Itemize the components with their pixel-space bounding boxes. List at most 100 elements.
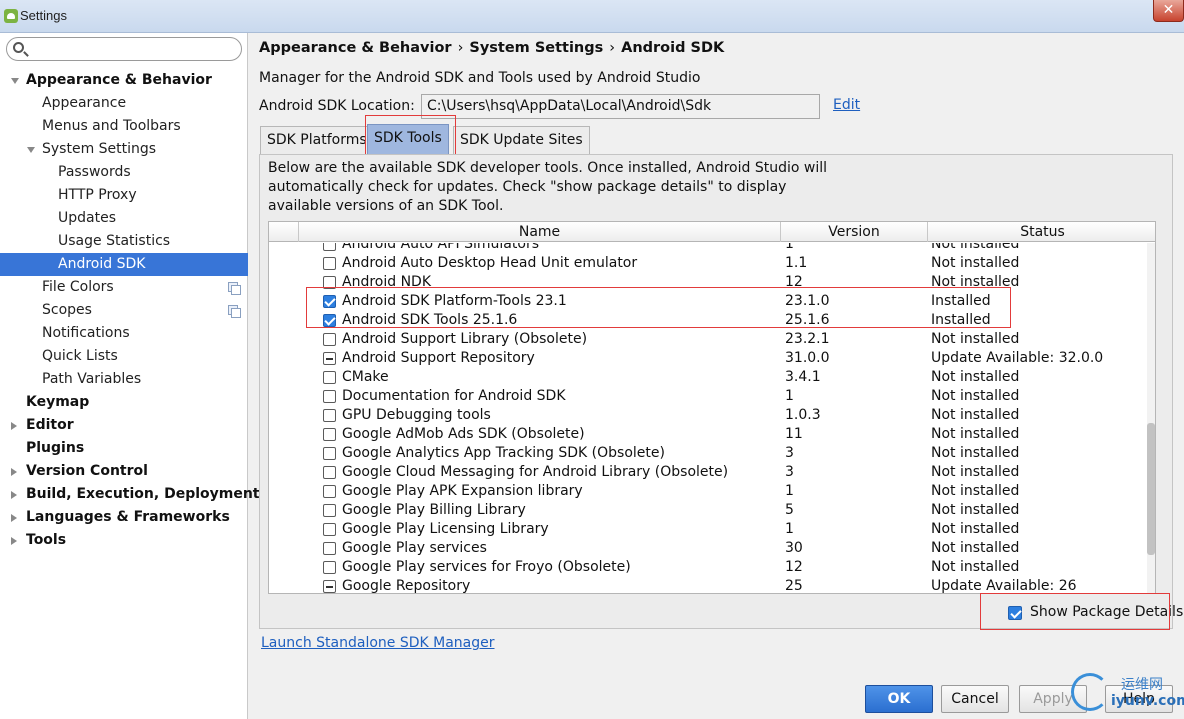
table-row[interactable]: Android NDK 12 Not installed <box>269 273 1149 292</box>
sidebar-item-label: Keymap <box>26 394 90 410</box>
row-checkbox[interactable] <box>323 428 336 441</box>
sidebar-item-notifications[interactable]: Notifications <box>0 322 248 345</box>
table-scrollbar[interactable] <box>1147 243 1155 593</box>
tab-sdk-platforms[interactable]: SDK Platforms <box>260 126 374 154</box>
table-row[interactable]: Android Support Library (Obsolete) 23.2.1… <box>269 330 1149 349</box>
row-name: Google Play services <box>342 540 487 556</box>
row-checkbox[interactable] <box>323 352 336 365</box>
sidebar-item-usage-statistics[interactable]: Usage Statistics <box>0 230 248 253</box>
tab-sdk-update-sites[interactable]: SDK Update Sites <box>453 126 590 154</box>
column-header-status[interactable]: Status <box>928 222 1155 242</box>
row-checkbox[interactable] <box>323 409 336 422</box>
show-package-details-check-icon[interactable] <box>1008 606 1022 620</box>
row-checkbox[interactable] <box>323 243 336 251</box>
collapse-arrow-right-icon[interactable] <box>11 491 17 499</box>
search-input[interactable] <box>29 40 234 58</box>
sidebar-item-label: Plugins <box>26 440 85 456</box>
launch-standalone-sdk-manager-link[interactable]: Launch Standalone SDK Manager <box>261 635 495 651</box>
table-row[interactable]: Google Play services for Froyo (Obsolete… <box>269 558 1149 577</box>
tab-sdk-tools[interactable]: SDK Tools <box>367 124 449 154</box>
expand-arrow-down-icon[interactable] <box>27 147 35 153</box>
sidebar-item-android-sdk[interactable]: Android SDK <box>0 253 248 276</box>
row-checkbox[interactable] <box>323 295 336 308</box>
sidebar-item-keymap[interactable]: Keymap <box>0 391 248 414</box>
table-row[interactable]: Android SDK Tools 25.1.6 25.1.6 Installed <box>269 311 1149 330</box>
table-row[interactable]: Google Play Licensing Library 1 Not instal… <box>269 520 1149 539</box>
sidebar-item-path-variables[interactable]: Path Variables <box>0 368 248 391</box>
row-checkbox[interactable] <box>323 561 336 574</box>
row-checkbox[interactable] <box>323 390 336 403</box>
table-row[interactable]: Google Play Billing Library 5 Not installe… <box>269 501 1149 520</box>
title-bar: Settings ✕ <box>0 0 1184 33</box>
row-checkbox[interactable] <box>323 447 336 460</box>
table-row[interactable]: Google Play services 30 Not installed <box>269 539 1149 558</box>
sidebar-item-appearance[interactable]: Appearance <box>0 92 248 115</box>
row-checkbox[interactable] <box>323 523 336 536</box>
sidebar-item-updates[interactable]: Updates <box>0 207 248 230</box>
table-row[interactable]: CMake 3.4.1 Not installed <box>269 368 1149 387</box>
table-rows: Android Auto API Simulators 1 Not installe… <box>269 243 1149 594</box>
table-row[interactable]: Android Support Repository 31.0.0 Update A… <box>269 349 1149 368</box>
collapse-arrow-right-icon[interactable] <box>11 422 17 430</box>
table-row[interactable]: Android SDK Platform-Tools 23.1 23.1.0 Ins… <box>269 292 1149 311</box>
edit-location-link[interactable]: Edit <box>833 97 860 113</box>
collapse-arrow-right-icon[interactable] <box>11 537 17 545</box>
row-checkbox[interactable] <box>323 580 336 593</box>
row-checkbox[interactable] <box>323 485 336 498</box>
sidebar-item-plugins[interactable]: Plugins <box>0 437 248 460</box>
project-scope-icon <box>228 282 241 295</box>
sidebar-item-scopes[interactable]: Scopes <box>0 299 248 322</box>
row-version: 1.1 <box>785 255 808 271</box>
row-checkbox[interactable] <box>323 333 336 346</box>
collapse-arrow-right-icon[interactable] <box>11 514 17 522</box>
close-button[interactable]: ✕ <box>1153 0 1184 22</box>
sidebar-item-appearance-behavior[interactable]: Appearance & Behavior <box>0 69 248 92</box>
row-status: Installed <box>931 293 991 309</box>
cancel-button[interactable]: Cancel <box>941 685 1009 713</box>
row-checkbox[interactable] <box>323 504 336 517</box>
search-box[interactable] <box>6 37 242 61</box>
sidebar-item-editor[interactable]: Editor <box>0 414 248 437</box>
sidebar-item-passwords[interactable]: Passwords <box>0 161 248 184</box>
sidebar-item-version-control[interactable]: Version Control <box>0 460 248 483</box>
row-checkbox[interactable] <box>323 276 336 289</box>
table-row[interactable]: Android Auto API Simulators 1 Not installe… <box>269 243 1149 254</box>
row-status: Not installed <box>931 559 1020 575</box>
row-checkbox[interactable] <box>323 314 336 327</box>
sidebar-item-quick-lists[interactable]: Quick Lists <box>0 345 248 368</box>
collapse-arrow-right-icon[interactable] <box>11 468 17 476</box>
table-row[interactable]: GPU Debugging tools 1.0.3 Not installed <box>269 406 1149 425</box>
row-status: Not installed <box>931 388 1020 404</box>
sidebar-item-build-execution-deployment[interactable]: Build, Execution, Deployment <box>0 483 260 506</box>
table-row[interactable]: Google Cloud Messaging for Android Libra… <box>269 463 1149 482</box>
ok-button[interactable]: OK <box>865 685 933 713</box>
table-row[interactable]: Google Analytics App Tracking SDK (Obsol… <box>269 444 1149 463</box>
sidebar-item-menus-and-toolbars[interactable]: Menus and Toolbars <box>0 115 248 138</box>
sidebar-item-tools[interactable]: Tools <box>0 529 248 552</box>
column-header-version[interactable]: Version <box>781 222 928 242</box>
table-row[interactable]: Android Auto Desktop Head Unit emulator 1… <box>269 254 1149 273</box>
sdk-location-field[interactable]: C:\Users\hsq\AppData\Local\Android\Sdk <box>421 94 820 119</box>
column-header-name[interactable]: Name <box>299 222 781 242</box>
expand-arrow-down-icon[interactable] <box>11 78 19 84</box>
row-checkbox[interactable] <box>323 542 336 555</box>
row-checkbox[interactable] <box>323 371 336 384</box>
row-status: Update Available: 26 <box>931 578 1077 594</box>
table-row[interactable]: Google AdMob Ads SDK (Obsolete) 11 Not ins… <box>269 425 1149 444</box>
table-row[interactable]: Documentation for Android SDK 1 Not instal… <box>269 387 1149 406</box>
table-scrollbar-thumb[interactable] <box>1147 423 1155 555</box>
sidebar-item-file-colors[interactable]: File Colors <box>0 276 248 299</box>
row-version: 1 <box>785 521 794 537</box>
row-version: 30 <box>785 540 803 556</box>
table-row[interactable]: Google Play APK Expansion library 1 Not in… <box>269 482 1149 501</box>
table-row[interactable]: Google Repository 25 Update Available: 26 <box>269 577 1149 594</box>
row-checkbox[interactable] <box>323 257 336 270</box>
sidebar-item-languages-frameworks[interactable]: Languages & Frameworks <box>0 506 248 529</box>
sidebar-item-http-proxy[interactable]: HTTP Proxy <box>0 184 248 207</box>
row-status: Installed <box>931 312 991 328</box>
sidebar-item-system-settings[interactable]: System Settings <box>0 138 248 161</box>
row-name: Android SDK Platform-Tools 23.1 <box>342 293 567 309</box>
row-checkbox[interactable] <box>323 466 336 479</box>
breadcrumb-item: System Settings <box>469 40 604 56</box>
row-version: 31.0.0 <box>785 350 830 366</box>
